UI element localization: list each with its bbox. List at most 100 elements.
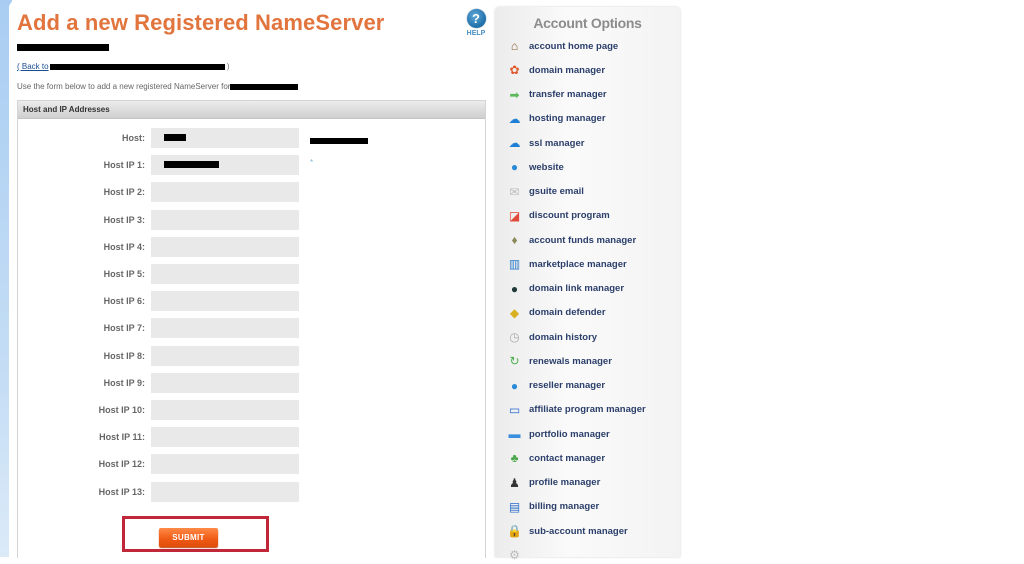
sidebar-item-label[interactable]: transfer manager: [529, 89, 607, 100]
redacted-field-value: [164, 161, 219, 169]
sidebar-item-label[interactable]: renewals manager: [529, 356, 612, 367]
sidebar-item-label[interactable]: account home page: [529, 41, 618, 52]
credit-card-icon: ▤: [508, 499, 521, 514]
help-button[interactable]: ? HELP: [465, 9, 487, 37]
users-icon: ♟: [509, 475, 520, 490]
help-label[interactable]: HELP: [465, 30, 487, 37]
host-ip-5-input[interactable]: [151, 264, 299, 284]
sidebar-item-label[interactable]: domain manager: [529, 65, 605, 76]
field-label: Host IP 4:: [103, 241, 145, 252]
host-ip-3-input[interactable]: [151, 209, 299, 230]
host-ip-4-input[interactable]: [151, 236, 299, 257]
host-ip-12-input[interactable]: [151, 454, 299, 475]
host-ip-10-input[interactable]: [151, 400, 299, 420]
money-bag-icon: ♦: [511, 233, 518, 247]
sidebar-item-label[interactable]: profile manager: [529, 477, 600, 488]
sidebar-item-label[interactable]: domain link manager: [529, 283, 624, 294]
back-link-text[interactable]: ( Back to: [17, 62, 49, 71]
arrow-right-icon: ➡: [509, 87, 520, 102]
sidebar-item-label[interactable]: website: [529, 162, 564, 173]
clock-icon: ◷: [509, 330, 520, 344]
field-label: Host IP 13:: [98, 486, 145, 497]
host-input[interactable]: [151, 128, 299, 148]
sidebar-item-label[interactable]: portfolio manager: [529, 429, 610, 440]
sidebar-item-domain-link-manager[interactable]: ● domain link manager: [507, 280, 624, 298]
sidebar-item-transfer-manager[interactable]: ➡ transfer manager: [507, 86, 607, 104]
sidebar-item-discount-program[interactable]: ◪ discount program: [507, 207, 610, 225]
sidebar-item-ssl-manager[interactable]: ☁ ssl manager: [507, 134, 585, 152]
host-ip-2-input[interactable]: [151, 182, 299, 203]
sidebar-item-label[interactable]: domain defender: [529, 307, 606, 318]
sidebar-item-label[interactable]: domain history: [529, 332, 597, 343]
sidebar-item-domain-history[interactable]: ◷ domain history: [507, 328, 597, 346]
sidebar-item-hosting-manager[interactable]: ☁ hosting manager: [507, 110, 606, 128]
back-link-close-paren: ): [226, 62, 230, 71]
sidebar-item-domain-manager[interactable]: ✿ domain manager: [507, 61, 605, 79]
field-label: Host IP 9:: [103, 377, 145, 388]
sidebar-item-label[interactable]: billing manager: [529, 501, 599, 512]
submit-button[interactable]: SUBMIT: [159, 528, 218, 547]
sidebar-item-label[interactable]: discount program: [529, 210, 610, 221]
sidebar-item-account-home-page[interactable]: ⌂ account home page: [507, 37, 618, 55]
redacted-back-target[interactable]: [49, 63, 225, 70]
sidebar-item-reseller-manager[interactable]: ● reseller manager: [507, 377, 605, 395]
sidebar-item-portfolio-manager[interactable]: ▬ portfolio manager: [507, 425, 610, 443]
sidebar-item-cut-off[interactable]: ⚙: [507, 546, 529, 564]
field-label: Host IP 2:: [103, 187, 145, 198]
host-ip-9-input[interactable]: [151, 372, 299, 393]
field-label: Host:: [122, 133, 145, 143]
back-link[interactable]: ( Back to: [17, 62, 225, 71]
contacts-icon: ♣: [510, 451, 519, 466]
help-question-icon[interactable]: ?: [466, 9, 486, 28]
sidebar-title: Account Options: [533, 15, 642, 31]
field-label: Host IP 5:: [103, 269, 145, 279]
host-ip-7-input[interactable]: [151, 318, 299, 339]
monitor-icon: ▭: [508, 402, 521, 417]
sidebar-item-renewals-manager[interactable]: ↻ renewals manager: [507, 352, 612, 370]
redacted-domain: [230, 83, 299, 90]
gear-icon: ⚙: [509, 548, 520, 563]
redacted-host-suffix: [310, 138, 368, 144]
field-label: Host IP 6:: [103, 296, 145, 307]
house-icon: ⌂: [510, 39, 519, 53]
sidebar-item-marketplace-manager[interactable]: ▥ marketplace manager: [507, 255, 627, 273]
redacted-field-value: [164, 134, 186, 141]
form-instructions: Use the form below to add a new register…: [17, 82, 299, 91]
sidebar-item-gsuite-email[interactable]: ✉ gsuite email: [507, 183, 584, 201]
account-options-sidebar: Account Options ⌂ account home page ✿ domai…: [495, 7, 680, 561]
main-content: Add a new Registered NameServer ? HELP (…: [9, 0, 492, 558]
sidebar-item-sub-account-manager[interactable]: 🔒 sub-account manager: [507, 522, 628, 540]
sidebar-item-label[interactable]: ssl manager: [529, 138, 584, 149]
field-label: Host IP 10:: [98, 405, 145, 415]
sidebar-item-label[interactable]: contact manager: [529, 453, 605, 464]
field-label: Host IP 11:: [99, 432, 145, 443]
sidebar-item-website[interactable]: ● website: [507, 158, 564, 176]
host-ip-6-input[interactable]: [151, 291, 299, 312]
sidebar-item-label[interactable]: affiliate program manager: [529, 404, 646, 415]
redacted-domain-subtitle: [17, 44, 109, 51]
dark-globe-icon: ●: [510, 281, 519, 296]
sidebar-item-label[interactable]: account funds manager: [529, 235, 636, 246]
host-ip-1-input[interactable]: [151, 155, 299, 176]
sidebar-item-label[interactable]: sub-account manager: [529, 526, 628, 537]
sidebar-item-billing-manager[interactable]: ▤ billing manager: [507, 498, 599, 516]
field-label: Host IP 1:: [103, 160, 145, 171]
sidebar-item-affiliate-program-manager[interactable]: ▭ affiliate program manager: [507, 401, 646, 419]
required-marker: *: [310, 158, 314, 168]
sidebar-item-label[interactable]: hosting manager: [529, 113, 606, 124]
host-ip-11-input[interactable]: [151, 427, 299, 448]
field-label: Host IP 3:: [103, 214, 145, 225]
tag-icon: ◪: [508, 208, 521, 223]
host-ip-8-input[interactable]: [151, 345, 299, 366]
lock-icon: 🔒: [507, 524, 522, 538]
sidebar-item-contact-manager[interactable]: ♣ contact manager: [507, 449, 605, 467]
sidebar-item-label[interactable]: reseller manager: [529, 380, 605, 391]
host-ip-13-input[interactable]: [151, 481, 299, 502]
sidebar-item-label[interactable]: gsuite email: [529, 186, 584, 197]
field-label: Host IP 12:: [98, 459, 145, 470]
sidebar-item-account-funds-manager[interactable]: ♦ account funds manager: [507, 231, 636, 249]
sidebar-item-profile-manager[interactable]: ♟ profile manager: [507, 474, 600, 492]
sidebar-item-domain-defender[interactable]: ◆ domain defender: [507, 304, 606, 322]
sidebar-item-label[interactable]: marketplace manager: [529, 259, 627, 270]
back-link-line: ( Back to ): [17, 62, 229, 71]
